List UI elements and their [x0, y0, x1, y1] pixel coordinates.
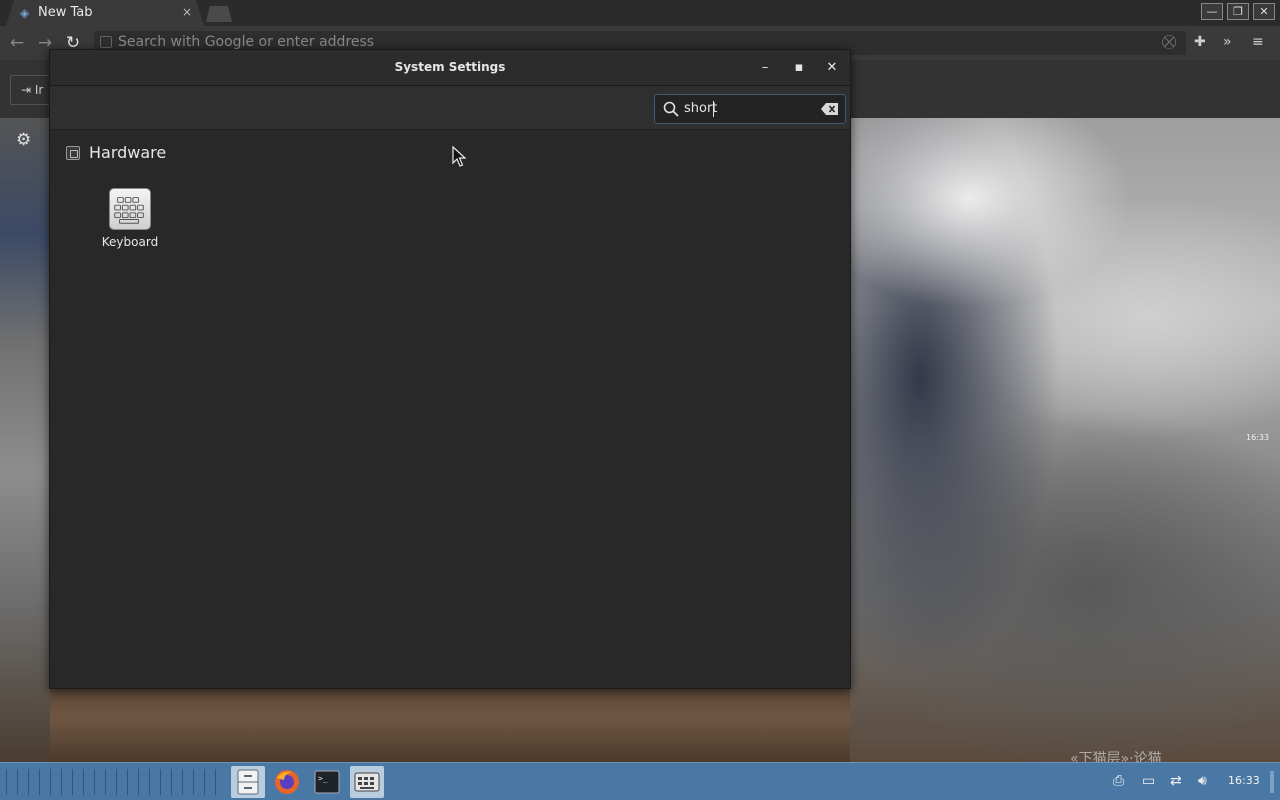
settings-toolbar: short	[50, 86, 850, 130]
import-bookmarks-button[interactable]: ⇥ Ir	[10, 75, 54, 105]
page-settings-gear-icon[interactable]: ⚙	[16, 130, 31, 150]
taskbar-terminal[interactable]: >_	[310, 766, 344, 798]
back-arrow-icon[interactable]: ←	[6, 32, 28, 54]
settings-window-title: System Settings	[394, 60, 506, 74]
settings-titlebar[interactable]: System Settings – ▪ ✕	[50, 50, 850, 86]
printer-icon[interactable]: ⎙	[1113, 773, 1124, 789]
extensions-icon[interactable]: ✚	[1194, 34, 1206, 50]
mouse-pointer-icon	[452, 146, 466, 167]
browser-minimize-button[interactable]: —	[1201, 3, 1223, 20]
display-icon[interactable]: ▭	[1142, 773, 1155, 789]
taskbar-keyboard-settings[interactable]	[350, 766, 384, 798]
taskbar: >_ ⎙ ▭ ⇄ 🔊︎ 16:33	[0, 762, 1280, 800]
terminal-icon: >_	[314, 770, 340, 794]
settings-search-input[interactable]: short	[654, 94, 846, 124]
file-cabinet-icon	[237, 769, 259, 795]
svg-text:>_: >_	[318, 774, 328, 783]
tracking-protection-icon[interactable]: ⛒	[1162, 34, 1176, 50]
browser-tabbar: ◈ New Tab × — ❐ ✕	[0, 0, 1280, 26]
page-info-icon[interactable]	[100, 36, 112, 48]
taskbar-firefox[interactable]	[270, 766, 304, 798]
settings-maximize-button[interactable]: ▪	[790, 59, 808, 77]
hardware-section-title: Hardware	[89, 143, 167, 162]
video-timestamp: 16:33	[1246, 433, 1270, 442]
system-settings-window: System Settings – ▪ ✕ short Hardware Key…	[49, 49, 851, 689]
settings-close-button[interactable]: ✕	[823, 59, 841, 77]
hardware-section-icon	[66, 146, 80, 160]
clear-search-icon[interactable]	[821, 102, 839, 116]
tab-favicon-icon: ◈	[20, 6, 30, 20]
show-desktop-button[interactable]	[1270, 771, 1274, 793]
address-placeholder: Search with Google or enter address	[118, 34, 375, 50]
network-icon[interactable]: ⇄	[1170, 773, 1182, 789]
import-icon: ⇥	[21, 83, 32, 97]
taskbar-clock[interactable]: 16:33	[1228, 774, 1260, 787]
volume-icon[interactable]: 🔊︎	[1198, 773, 1207, 789]
background-video-left	[0, 118, 50, 762]
overflow-chevron-icon[interactable]: »	[1223, 34, 1232, 50]
browser-close-button[interactable]: ✕	[1253, 3, 1275, 20]
tab-close-icon[interactable]: ×	[182, 5, 192, 19]
workspace-pager[interactable]	[6, 769, 224, 795]
keyboard-label: Keyboard	[101, 235, 159, 249]
import-label: Ir	[34, 83, 44, 97]
menu-hamburger-icon[interactable]: ≡	[1252, 34, 1264, 50]
new-tab-button[interactable]	[206, 6, 232, 22]
tab-new-tab[interactable]: ◈ New Tab ×	[6, 0, 204, 26]
taskbar-file-manager[interactable]	[231, 766, 265, 798]
keyboard-icon	[109, 188, 151, 230]
browser-restore-button[interactable]: ❐	[1227, 3, 1249, 20]
search-icon	[663, 101, 679, 117]
keyboard-settings-item[interactable]: Keyboard	[98, 186, 162, 256]
tab-title: New Tab	[38, 5, 93, 20]
firefox-icon	[275, 770, 299, 794]
settings-minimize-button[interactable]: –	[756, 59, 774, 77]
text-caret	[713, 101, 714, 117]
background-video-right	[850, 118, 1280, 762]
background-video-bottom	[50, 688, 850, 762]
keyboard-icon	[354, 772, 380, 792]
